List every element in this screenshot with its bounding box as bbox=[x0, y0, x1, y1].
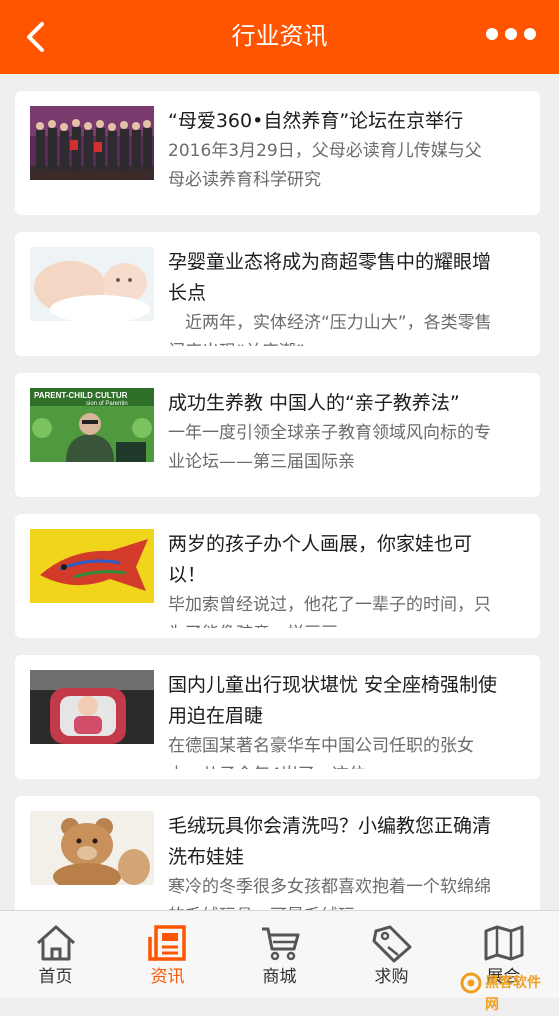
article-card[interactable]: 毛绒玩具你会清洗吗？小编教您正确清洗布娃娃 寒冷的冬季很多女孩都喜欢抱着一个软绵… bbox=[15, 796, 540, 920]
watermark-logo-icon bbox=[460, 972, 482, 994]
page-title: 行业资讯 bbox=[231, 22, 328, 50]
article-card[interactable]: 孕婴童业态将成为商超零售中的耀眼增长点 近两年，实体经济“压力山大”，各类零售门… bbox=[15, 232, 540, 356]
article-title: 国内儿童出行现状堪忧 安全座椅强制使用迫在眉睫 bbox=[168, 674, 498, 727]
article-title: “母爱360•自然养育”论坛在京举行 bbox=[168, 110, 464, 132]
tab-purchase[interactable]: 求购 bbox=[336, 911, 447, 998]
bottom-tab-bar: 首页 资讯 商城 求购 展会 黑客软件网 bbox=[0, 910, 559, 1013]
article-title: 成功生养教 中国人的“亲子教养法” bbox=[168, 392, 460, 414]
map-icon bbox=[484, 925, 523, 961]
tab-label: 求购 bbox=[374, 967, 409, 987]
article-card[interactable]: 国内儿童出行现状堪忧 安全座椅强制使用迫在眉睫 在德国某著名豪华车中国公司任职的… bbox=[15, 655, 540, 779]
thumbnail-caption: PARENT-CHILD CULTUR bbox=[34, 391, 128, 400]
article-thumbnail bbox=[30, 247, 154, 321]
article-title: 毛绒玩具你会清洗吗？小编教您正确清洗布娃娃 bbox=[168, 815, 492, 868]
watermark-text: 黑客软件网 bbox=[485, 975, 541, 1013]
thumbnail-caption: sion of Parentin bbox=[86, 401, 128, 407]
article-summary: 近两年，实体经济“压力山大”，各类零售门店出现“关店潮”， bbox=[168, 313, 492, 346]
article-thumbnail bbox=[30, 670, 154, 744]
article-thumbnail bbox=[30, 811, 154, 885]
article-thumbnail: PARENT-CHILD CULTUR sion of Parentin bbox=[30, 388, 154, 462]
more-dots-icon[interactable] bbox=[485, 27, 537, 41]
tab-label: 资讯 bbox=[150, 967, 185, 987]
article-title: 孕婴童业态将成为商超零售中的耀眼增长点 bbox=[168, 251, 492, 304]
watermark: 黑客软件网 bbox=[459, 972, 553, 1013]
tab-label: 商城 bbox=[262, 967, 297, 987]
article-card[interactable]: “母爱360•自然养育”论坛在京举行 2016年3月29日，父母必读育儿传媒与父… bbox=[15, 91, 540, 215]
home-icon bbox=[36, 925, 75, 961]
article-card[interactable]: 两岁的孩子办个人画展，你家娃也可以！ 毕加索曾经说过，他花了一辈子的时间，只为了… bbox=[15, 514, 540, 638]
news-icon bbox=[147, 925, 186, 961]
tab-shop[interactable]: 商城 bbox=[224, 911, 335, 998]
tag-icon bbox=[372, 925, 411, 963]
header-bar: 行业资讯 bbox=[0, 0, 559, 74]
article-card[interactable]: PARENT-CHILD CULTUR sion of Parentin 成功生… bbox=[15, 373, 540, 497]
tab-label: 首页 bbox=[38, 967, 73, 987]
article-summary: 2016年3月29日，父母必读育儿传媒与父母必读养育科学研究 bbox=[168, 141, 482, 190]
article-summary: 在德国某著名豪华车中国公司任职的张女士，儿子今年4岁了。这位 bbox=[168, 736, 474, 769]
tab-home[interactable]: 首页 bbox=[0, 911, 111, 998]
cart-icon bbox=[261, 927, 299, 961]
article-summary: 毕加索曾经说过，他花了一辈子的时间，只为了能像孩童一样画画。 bbox=[168, 595, 491, 628]
article-thumbnail bbox=[30, 106, 154, 180]
article-title: 两岁的孩子办个人画展，你家娃也可以！ bbox=[168, 533, 473, 586]
article-summary: 一年一度引领全球亲子教育领域风向标的专业论坛——第三届国际亲 bbox=[168, 423, 491, 472]
tab-news[interactable]: 资讯 bbox=[112, 911, 223, 998]
article-summary: 寒冷的冬季很多女孩都喜欢抱着一个软绵绵的毛绒玩具，可是毛绒玩 bbox=[168, 877, 491, 910]
article-thumbnail bbox=[30, 529, 154, 603]
